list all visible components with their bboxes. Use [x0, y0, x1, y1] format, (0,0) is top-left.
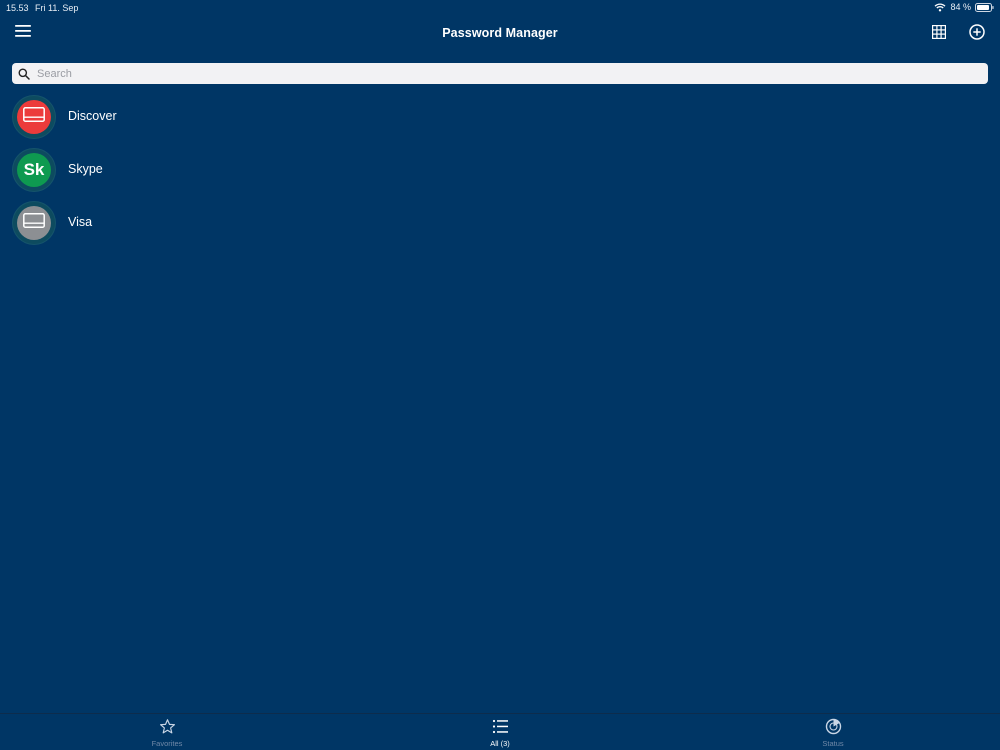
list-icon	[440, 718, 560, 736]
password-list: Discover Sk Skype Visa	[0, 90, 1000, 249]
status-time: 15.53	[6, 3, 29, 13]
avatar	[17, 206, 51, 240]
avatar-ring	[13, 202, 55, 244]
tab-label: All (3)	[490, 739, 510, 748]
status-bar: 15.53 Fri 11. Sep 84 %	[0, 0, 1000, 16]
search-bar[interactable]	[12, 63, 988, 84]
search-input[interactable]	[37, 63, 977, 84]
search-icon	[18, 67, 30, 80]
add-button[interactable]	[966, 23, 988, 45]
card-icon	[23, 107, 45, 127]
item-label: Visa	[68, 215, 93, 229]
item-label: Skype	[68, 162, 103, 176]
avatar-ring	[13, 96, 55, 138]
list-item-visa[interactable]: Visa	[0, 196, 1000, 249]
status-indicators: 84 %	[934, 2, 994, 12]
tab-status[interactable]: Status	[773, 718, 893, 748]
status-date: Fri 11. Sep	[35, 3, 79, 13]
avatar: Sk	[17, 153, 51, 187]
list-item-skype[interactable]: Sk Skype	[0, 143, 1000, 196]
tab-label: Favorites	[151, 739, 183, 748]
nav-bar: Password Manager	[0, 16, 1000, 52]
card-icon	[23, 213, 45, 233]
avatar-ring: Sk	[13, 149, 55, 191]
battery-percentage: 84 %	[950, 2, 971, 12]
tab-all[interactable]: All (3)	[440, 718, 560, 748]
tab-favorites[interactable]: Favorites	[107, 718, 227, 748]
tab-bar: Favorites All (3) Status	[0, 713, 1000, 750]
star-icon	[107, 718, 227, 736]
plus-circle-icon	[969, 23, 985, 45]
avatar-initials: Sk	[23, 160, 45, 179]
radar-icon	[773, 718, 893, 736]
grid-view-button[interactable]	[928, 23, 950, 45]
tab-label: Status	[822, 739, 844, 748]
item-label: Discover	[68, 109, 117, 123]
page-title: Password Manager	[442, 26, 558, 40]
list-item-discover[interactable]: Discover	[0, 90, 1000, 143]
avatar	[17, 100, 51, 134]
grid-icon	[932, 24, 947, 44]
wifi-icon	[934, 2, 946, 12]
battery-icon	[975, 2, 994, 12]
